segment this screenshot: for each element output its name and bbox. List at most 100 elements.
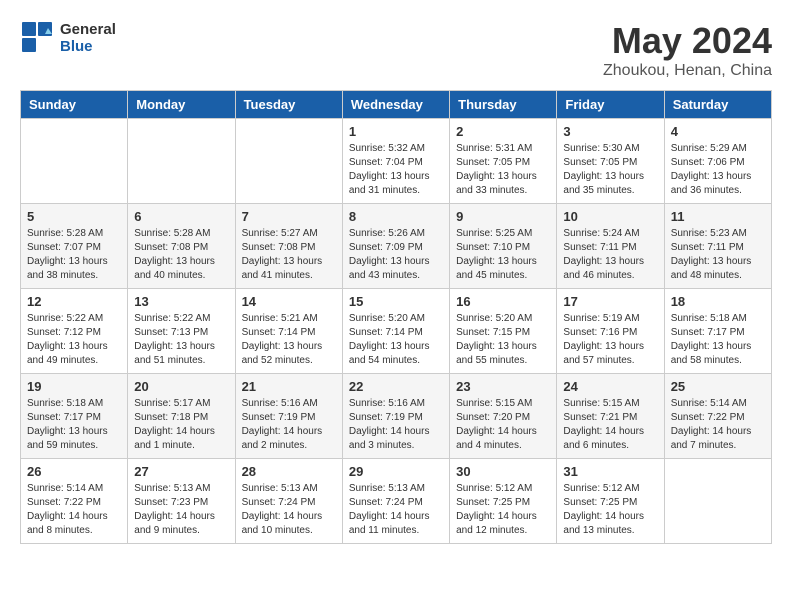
day-number: 15 [349,294,443,309]
day-info: Sunrise: 5:13 AM Sunset: 7:24 PM Dayligh… [349,482,443,538]
logo-icon [20,20,56,56]
day-number: 30 [456,464,550,479]
day-number: 20 [134,379,228,394]
dow-friday: Friday [557,91,664,119]
calendar-cell: 23 Sunrise: 5:15 AM Sunset: 7:20 PM Dayli… [450,374,557,459]
logo: General Blue [20,20,116,56]
calendar-cell [128,119,235,204]
logo-general: General [60,21,116,38]
day-number: 23 [456,379,550,394]
calendar-cell: 6 Sunrise: 5:28 AM Sunset: 7:08 PM Daylig… [128,204,235,289]
day-number: 16 [456,294,550,309]
calendar-cell: 3Sunrise: 5:30 AM Sunset: 7:05 PM Daylig… [557,119,664,204]
calendar-cell: 11Sunrise: 5:23 AM Sunset: 7:11 PM Dayli… [664,204,771,289]
dow-monday: Monday [128,91,235,119]
dow-saturday: Saturday [664,91,771,119]
month-title: May 2024 [603,20,772,62]
day-info: Sunrise: 5:14 AM Sunset: 7:22 PM Dayligh… [671,397,765,453]
day-number: 31 [563,464,657,479]
calendar-cell: 18 Sunrise: 5:18 AM Sunset: 7:17 PM Dayli… [664,289,771,374]
day-number: 12 [27,294,121,309]
day-number: 7 [242,209,336,224]
calendar-cell: 2Sunrise: 5:31 AM Sunset: 7:05 PM Daylig… [450,119,557,204]
day-info: Sunrise: 5:20 AM Sunset: 7:14 PM Dayligh… [349,312,443,368]
day-number: 14 [242,294,336,309]
day-number: 17 [563,294,657,309]
calendar-cell: 7 Sunrise: 5:27 AM Sunset: 7:08 PM Daylig… [235,204,342,289]
week-row-3: 12 Sunrise: 5:22 AM Sunset: 7:12 PM Dayli… [21,289,772,374]
calendar-cell [21,119,128,204]
dow-thursday: Thursday [450,91,557,119]
day-info: Sunrise: 5:18 AM Sunset: 7:17 PM Dayligh… [671,312,765,368]
calendar-cell: 30 Sunrise: 5:12 AM Sunset: 7:25 PM Dayli… [450,459,557,544]
day-number: 27 [134,464,228,479]
day-number: 28 [242,464,336,479]
calendar-cell: 27 Sunrise: 5:13 AM Sunset: 7:23 PM Dayli… [128,459,235,544]
day-info: Sunrise: 5:28 AM Sunset: 7:08 PM Dayligh… [134,227,228,283]
day-info: Sunrise: 5:19 AM Sunset: 7:16 PM Dayligh… [563,312,657,368]
calendar-cell: 14 Sunrise: 5:21 AM Sunset: 7:14 PM Dayli… [235,289,342,374]
day-info: Sunrise: 5:13 AM Sunset: 7:23 PM Dayligh… [134,482,228,538]
day-info: Sunrise: 5:22 AM Sunset: 7:13 PM Dayligh… [134,312,228,368]
calendar-cell: 17 Sunrise: 5:19 AM Sunset: 7:16 PM Dayli… [557,289,664,374]
day-info: Sunrise: 5:20 AM Sunset: 7:15 PM Dayligh… [456,312,550,368]
calendar-cell: 29Sunrise: 5:13 AM Sunset: 7:24 PM Dayli… [342,459,449,544]
day-number: 25 [671,379,765,394]
calendar-cell: 5 Sunrise: 5:28 AM Sunset: 7:07 PM Daylig… [21,204,128,289]
calendar-cell: 12 Sunrise: 5:22 AM Sunset: 7:12 PM Dayli… [21,289,128,374]
day-number: 10 [563,209,657,224]
calendar-cell: 13 Sunrise: 5:22 AM Sunset: 7:13 PM Dayli… [128,289,235,374]
day-info: Sunrise: 5:13 AM Sunset: 7:24 PM Dayligh… [242,482,336,538]
day-info: Sunrise: 5:15 AM Sunset: 7:21 PM Dayligh… [563,397,657,453]
week-row-5: 26Sunrise: 5:14 AM Sunset: 7:22 PM Dayli… [21,459,772,544]
day-info: Sunrise: 5:16 AM Sunset: 7:19 PM Dayligh… [242,397,336,453]
calendar-cell [664,459,771,544]
day-number: 8 [349,209,443,224]
day-number: 5 [27,209,121,224]
day-number: 19 [27,379,121,394]
day-info: Sunrise: 5:22 AM Sunset: 7:12 PM Dayligh… [27,312,121,368]
day-info: Sunrise: 5:21 AM Sunset: 7:14 PM Dayligh… [242,312,336,368]
dow-wednesday: Wednesday [342,91,449,119]
day-info: Sunrise: 5:27 AM Sunset: 7:08 PM Dayligh… [242,227,336,283]
calendar-cell: 24 Sunrise: 5:15 AM Sunset: 7:21 PM Dayli… [557,374,664,459]
day-number: 1 [349,124,443,139]
dow-tuesday: Tuesday [235,91,342,119]
calendar-cell: 20Sunrise: 5:17 AM Sunset: 7:18 PM Dayli… [128,374,235,459]
day-info: Sunrise: 5:16 AM Sunset: 7:19 PM Dayligh… [349,397,443,453]
calendar-cell: 8Sunrise: 5:26 AM Sunset: 7:09 PM Daylig… [342,204,449,289]
day-number: 2 [456,124,550,139]
calendar: SundayMondayTuesdayWednesdayThursdayFrid… [20,90,772,544]
day-info: Sunrise: 5:12 AM Sunset: 7:25 PM Dayligh… [456,482,550,538]
calendar-cell: 16 Sunrise: 5:20 AM Sunset: 7:15 PM Dayli… [450,289,557,374]
day-info: Sunrise: 5:18 AM Sunset: 7:17 PM Dayligh… [27,397,121,453]
title-block: May 2024 Zhoukou, Henan, China [603,20,772,80]
calendar-cell: 9Sunrise: 5:25 AM Sunset: 7:10 PM Daylig… [450,204,557,289]
day-info: Sunrise: 5:25 AM Sunset: 7:10 PM Dayligh… [456,227,550,283]
day-info: Sunrise: 5:14 AM Sunset: 7:22 PM Dayligh… [27,482,121,538]
calendar-cell: 28 Sunrise: 5:13 AM Sunset: 7:24 PM Dayli… [235,459,342,544]
calendar-cell: 22 Sunrise: 5:16 AM Sunset: 7:19 PM Dayli… [342,374,449,459]
day-info: Sunrise: 5:15 AM Sunset: 7:20 PM Dayligh… [456,397,550,453]
day-number: 6 [134,209,228,224]
day-info: Sunrise: 5:12 AM Sunset: 7:25 PM Dayligh… [563,482,657,538]
day-number: 3 [563,124,657,139]
day-number: 22 [349,379,443,394]
calendar-cell: 26Sunrise: 5:14 AM Sunset: 7:22 PM Dayli… [21,459,128,544]
day-info: Sunrise: 5:24 AM Sunset: 7:11 PM Dayligh… [563,227,657,283]
calendar-cell [235,119,342,204]
calendar-cell: 25 Sunrise: 5:14 AM Sunset: 7:22 PM Dayli… [664,374,771,459]
location: Zhoukou, Henan, China [603,62,772,80]
calendar-cell: 1Sunrise: 5:32 AM Sunset: 7:04 PM Daylig… [342,119,449,204]
calendar-cell: 31 Sunrise: 5:12 AM Sunset: 7:25 PM Dayli… [557,459,664,544]
calendar-cell: 10 Sunrise: 5:24 AM Sunset: 7:11 PM Dayli… [557,204,664,289]
day-info: Sunrise: 5:28 AM Sunset: 7:07 PM Dayligh… [27,227,121,283]
day-number: 24 [563,379,657,394]
day-number: 13 [134,294,228,309]
logo-blue: Blue [60,38,116,55]
day-number: 11 [671,209,765,224]
week-row-4: 19 Sunrise: 5:18 AM Sunset: 7:17 PM Dayli… [21,374,772,459]
day-number: 4 [671,124,765,139]
day-number: 18 [671,294,765,309]
calendar-cell: 4Sunrise: 5:29 AM Sunset: 7:06 PM Daylig… [664,119,771,204]
